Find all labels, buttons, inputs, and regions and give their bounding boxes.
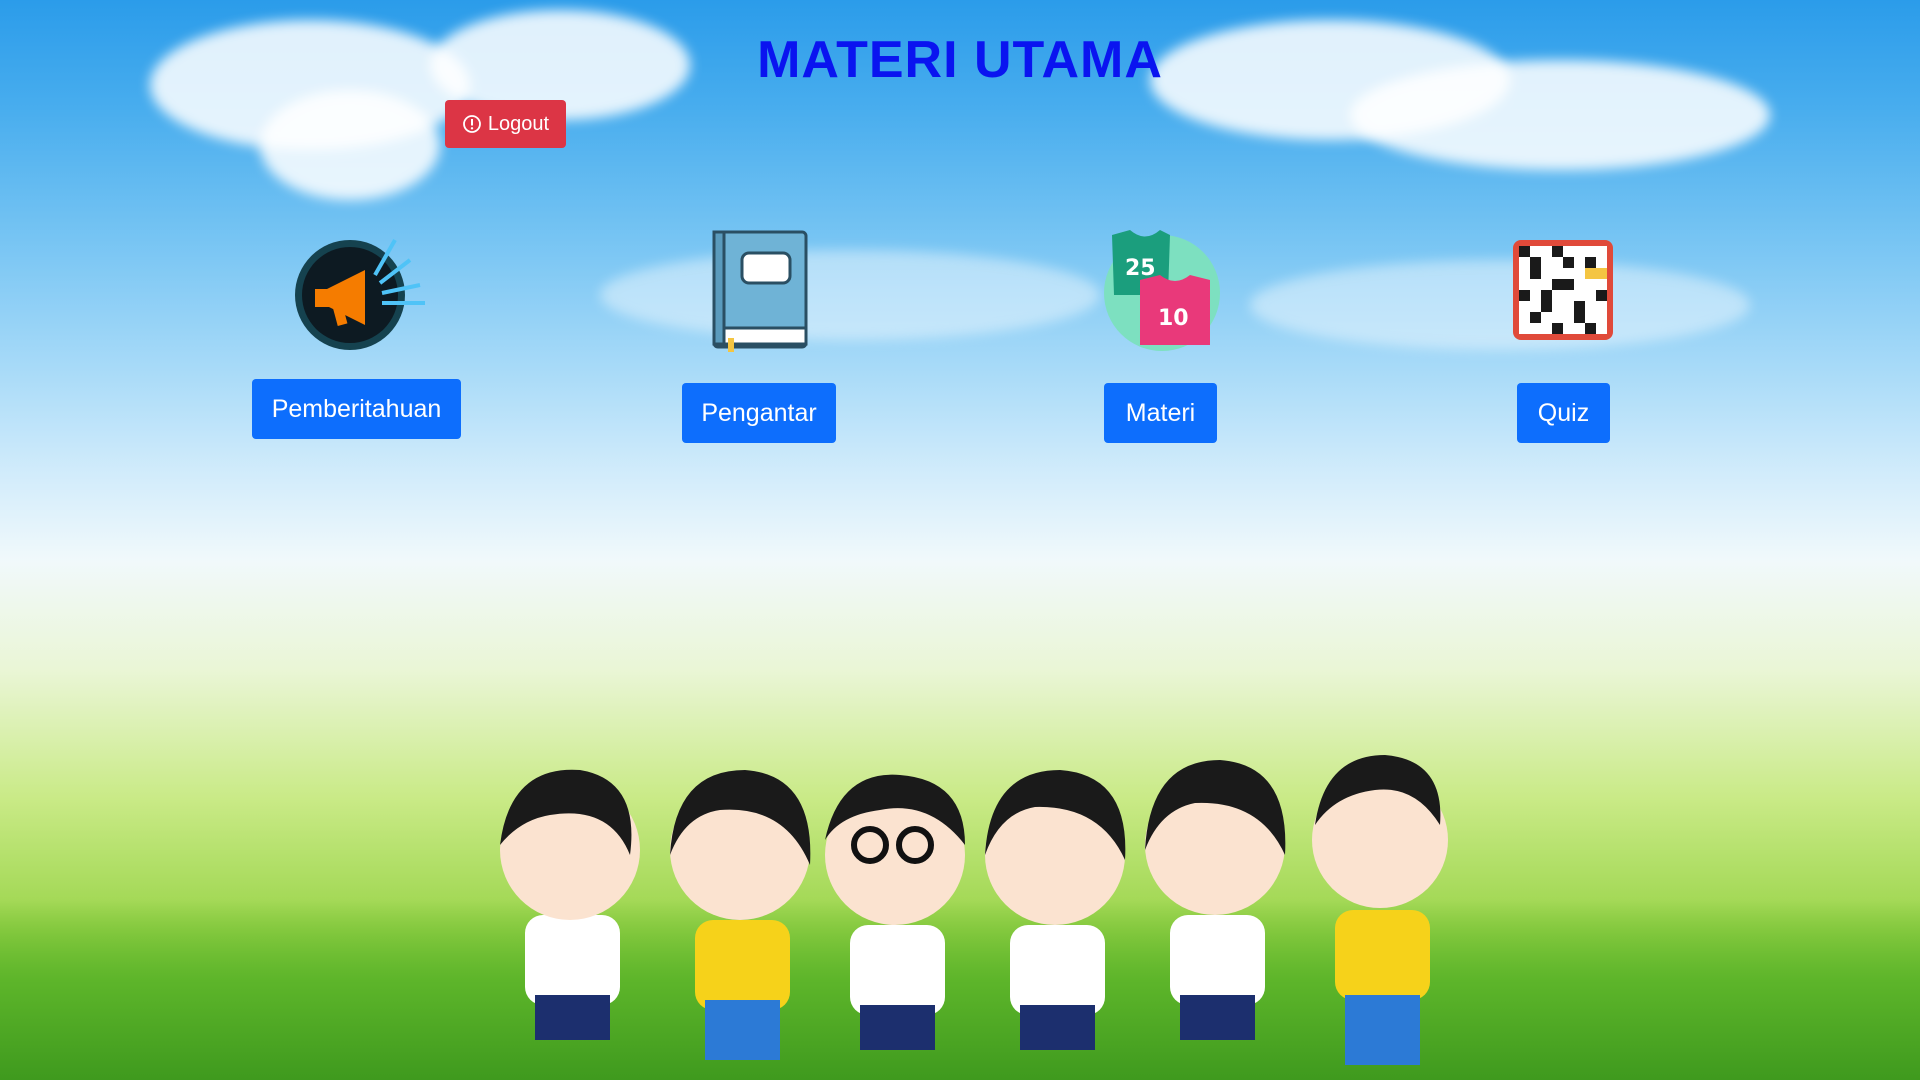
page-title: MATERI UTAMA: [757, 31, 1163, 89]
cloud-decoration: [600, 250, 1100, 340]
child-figure: [670, 770, 811, 1060]
child-figure: [1312, 755, 1448, 1065]
svg-text:10: 10: [1158, 306, 1189, 331]
child-figure: [1145, 760, 1286, 1040]
page-background: MATERI UTAMA Logout Pemberitahuan Pengan…: [0, 0, 1920, 1080]
children-group-illustration: [500, 755, 1448, 1065]
child-figure: [500, 769, 640, 1040]
menu-button-quiz[interactable]: Quiz: [1517, 383, 1610, 443]
cloud-decoration: [1250, 260, 1750, 350]
child-figure: [985, 770, 1126, 1050]
cloud-decoration: [260, 90, 440, 200]
jersey-icon[interactable]: 25 10: [1100, 225, 1225, 355]
logout-button[interactable]: Logout: [445, 100, 566, 148]
child-figure: [825, 774, 965, 1050]
book-icon[interactable]: [710, 228, 810, 353]
logout-label: Logout: [487, 112, 550, 135]
menu-button-materi[interactable]: Materi: [1104, 383, 1217, 443]
alert-circle-icon: [463, 115, 481, 133]
menu-button-pemberitahuan[interactable]: Pemberitahuan: [252, 379, 461, 439]
megaphone-icon[interactable]: [290, 225, 430, 355]
menu-button-pengantar[interactable]: Pengantar: [682, 383, 836, 443]
crossword-icon[interactable]: [1513, 240, 1613, 340]
